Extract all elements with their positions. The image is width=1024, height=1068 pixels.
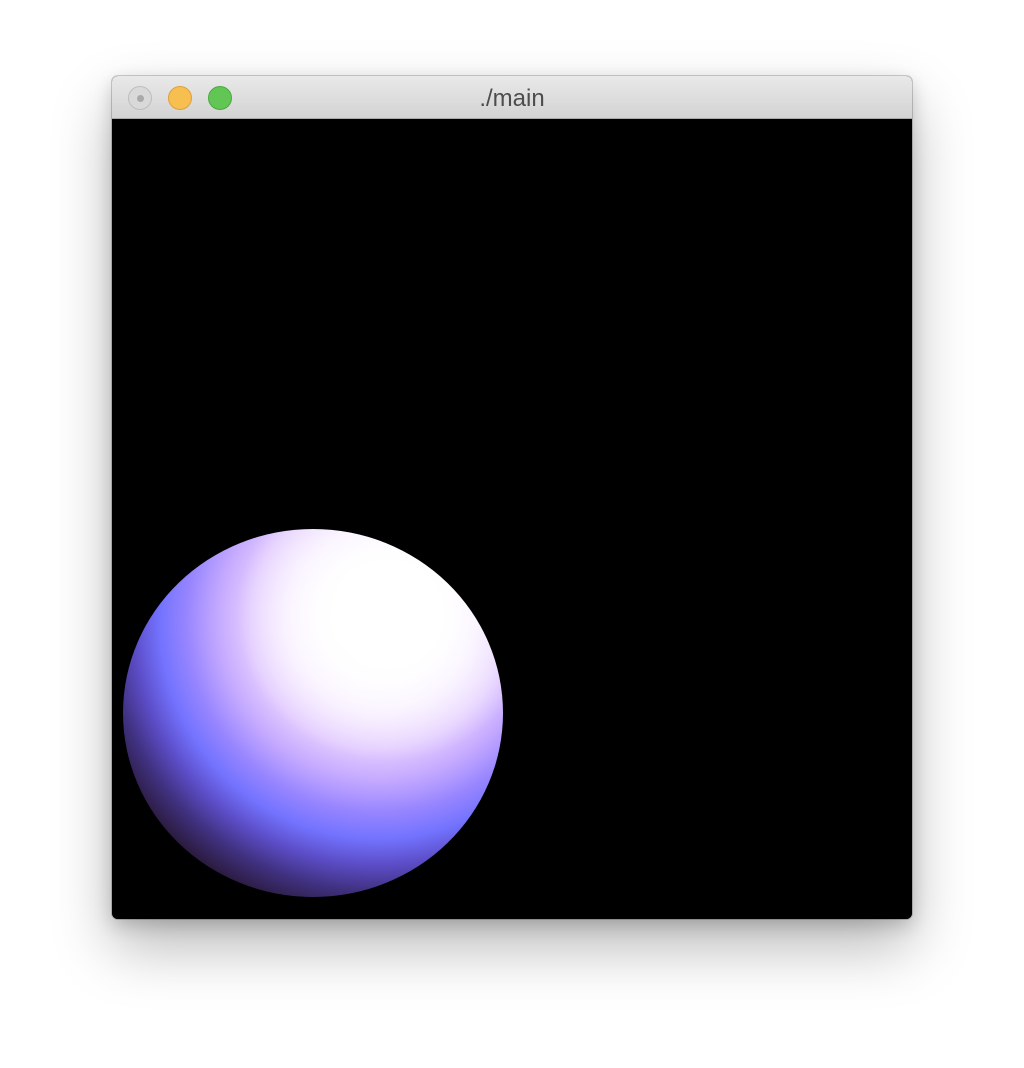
title-bar[interactable]: ./main [112, 76, 912, 119]
app-window: ./main [112, 76, 912, 919]
desktop: ./main [0, 0, 1024, 1068]
sphere-rim-light [123, 529, 503, 897]
window-title: ./main [479, 85, 545, 112]
render-canvas[interactable] [112, 119, 912, 919]
